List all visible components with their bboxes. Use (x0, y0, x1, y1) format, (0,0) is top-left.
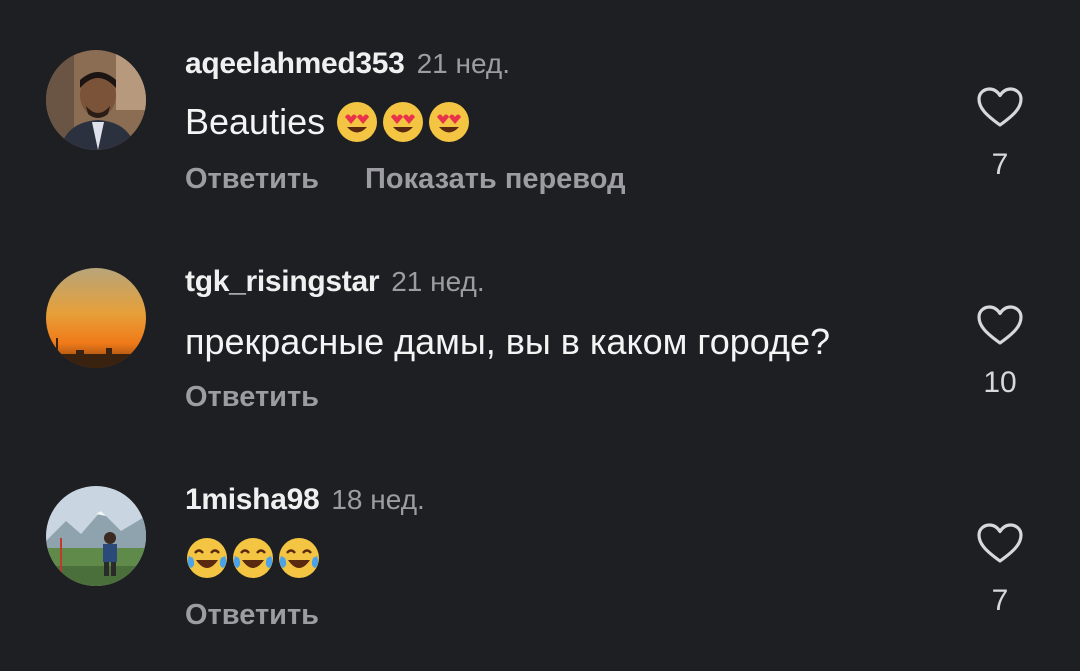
tears-of-joy-emoji (277, 536, 321, 580)
tears-of-joy-emoji (185, 536, 229, 580)
like-count: 10 (983, 366, 1017, 399)
comment-text: Beauties (185, 101, 326, 142)
comment-time: 21 нед. (416, 48, 511, 79)
avatar[interactable] (46, 486, 146, 586)
comment-item: aqeelahmed353 21 нед. Beauties Ответить … (0, 0, 1080, 210)
like-count: 7 (991, 148, 1009, 181)
heart-eyes-emoji (335, 100, 379, 144)
like-control: 7 (968, 86, 1032, 182)
avatar[interactable] (46, 268, 146, 368)
like-control: 7 (968, 522, 1032, 618)
like-count: 7 (991, 584, 1009, 617)
reply-button[interactable]: Ответить (185, 599, 319, 632)
like-control: 10 (968, 304, 1032, 400)
show-translation-button[interactable]: Показать перевод (365, 163, 625, 196)
reply-button[interactable]: Ответить (185, 381, 319, 414)
comment-item: 1misha98 18 нед. Ответить 7 (0, 436, 1080, 646)
comment-username[interactable]: 1misha98 (185, 483, 320, 517)
comment-username[interactable]: aqeelahmed353 (185, 47, 405, 81)
reply-button[interactable]: Ответить (185, 163, 319, 196)
comment-item: tgk_risingstar 21 нед. прекрасные дамы, … (0, 218, 1080, 428)
comment-time: 21 нед. (391, 266, 485, 297)
comment-username[interactable]: tgk_risingstar (185, 265, 380, 299)
avatar[interactable] (46, 50, 146, 150)
heart-eyes-emoji (381, 100, 425, 144)
tears-of-joy-emoji (231, 536, 275, 580)
comment-text: прекрасные дамы, вы в каком городе? (185, 321, 831, 362)
heart-eyes-emoji (427, 100, 471, 144)
comment-time: 18 нед. (331, 484, 425, 515)
heart-icon[interactable] (976, 86, 1024, 128)
heart-icon[interactable] (976, 304, 1024, 346)
heart-icon[interactable] (976, 522, 1024, 564)
